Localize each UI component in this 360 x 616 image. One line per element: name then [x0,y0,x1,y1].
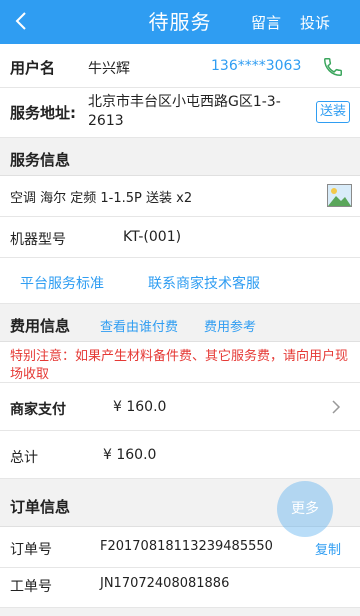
platform-standard-link[interactable]: 平台服务标准 [20,273,104,293]
image-icon[interactable] [327,184,352,207]
fee-info-header: 费用信息 查看由谁付费 费用参考 [0,304,360,342]
ticket-number-row: 工单号 JN17072408081886 [0,568,360,608]
address-value: 北京市丰台区小屯西路G区1-3-2613 [88,94,281,129]
copy-button[interactable]: 复制 [315,539,341,558]
order-number-value: F20170818113239485550 [100,539,273,554]
more-fab-button[interactable]: 更多 [277,481,333,537]
address-row: 服务地址: 北京市丰台区小屯西路G区1-3-2613 送装 [0,88,360,138]
fee-reference-link[interactable]: 费用参考 [204,316,256,335]
ticket-number-value: JN17072408081886 [100,576,230,591]
nav-bar: 待服务 留言 投诉 [0,0,360,44]
total-value: ¥ 160.0 [103,447,157,463]
order-number-label: 订单号 [10,542,52,558]
service-info-header: 服务信息 [0,138,360,176]
fee-notice-text: 特别注意：如果产生材料备件费、其它服务费，请向用户现场收取 [10,349,349,382]
service-type-tag: 送装 [316,101,351,123]
ticket-number-label: 工单号 [10,579,52,595]
total-label: 总计 [10,450,38,466]
complaint-button[interactable]: 投诉 [300,12,330,33]
fee-info-title: 费用信息 [10,317,71,335]
user-row: 用户名 牛兴辉 136****3063 [0,44,360,88]
product-row: 空调 海尔 定频 1-1.5P 送装 x2 [0,176,360,217]
merchant-support-link[interactable]: 联系商家技术客服 [148,273,260,293]
user-phone[interactable]: 136****3063 [211,58,301,74]
model-label: 机器型号 [10,232,66,248]
model-value: KT-(001) [123,229,182,245]
message-button[interactable]: 留言 [251,12,281,33]
merchant-pay-row[interactable]: 商家支付 ¥ 160.0 [0,383,360,431]
model-row: 机器型号 KT-(001) [0,217,360,258]
product-description: 空调 海尔 定频 1-1.5P 送装 x2 [10,191,193,206]
phone-icon[interactable] [322,56,344,78]
user-label: 用户名 [10,59,56,77]
order-info-title: 订单信息 [10,498,71,516]
address-label: 服务地址: [10,104,76,122]
service-info-title: 服务信息 [10,151,71,169]
who-pays-link[interactable]: 查看由谁付费 [100,316,178,335]
merchant-pay-value: ¥ 160.0 [113,399,167,415]
merchant-pay-label: 商家支付 [10,402,66,418]
total-row: 总计 ¥ 160.0 [0,431,360,479]
chevron-right-icon [332,400,341,414]
fee-notice: 特别注意：如果产生材料备件费、其它服务费，请向用户现场收取 [0,342,360,383]
service-links-row: 平台服务标准 联系商家技术客服 [0,258,360,304]
user-name: 牛兴辉 [88,61,130,77]
